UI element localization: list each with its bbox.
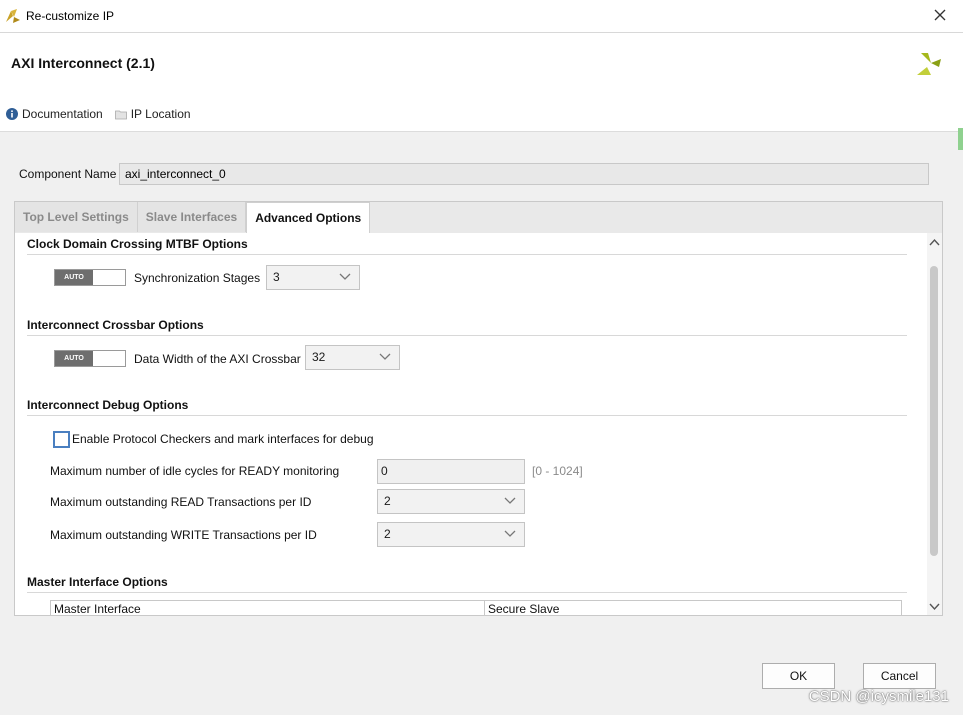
auto-toggle-knob: AUTO <box>55 351 93 366</box>
protocol-checker-label: Enable Protocol Checkers and mark interf… <box>72 432 374 446</box>
component-name-input[interactable] <box>119 163 929 185</box>
sync-stages-auto-toggle[interactable]: AUTO <box>54 269 126 286</box>
section-divider <box>27 592 907 593</box>
advanced-options-content: Clock Domain Crossing MTBF Options AUTO … <box>15 233 927 615</box>
crossbar-width-value: 32 <box>312 350 326 364</box>
read-transactions-label: Maximum outstanding READ Transactions pe… <box>50 495 312 509</box>
chevron-down-icon <box>339 273 351 280</box>
crossbar-section-title: Interconnect Crossbar Options <box>27 318 204 332</box>
ip-location-label: IP Location <box>130 107 191 121</box>
clock-domain-section-title: Clock Domain Crossing MTBF Options <box>27 237 248 251</box>
info-icon <box>6 108 18 120</box>
idle-cycles-input[interactable]: 0 <box>377 459 525 484</box>
sync-stages-label: Synchronization Stages <box>134 271 261 285</box>
section-divider <box>27 415 907 416</box>
tab-top-level-settings[interactable]: Top Level Settings <box>15 202 138 232</box>
read-transactions-value: 2 <box>384 494 391 508</box>
sync-stages-value: 3 <box>273 270 280 284</box>
ip-header: AXI Interconnect (2.1) Documentation IP … <box>0 33 963 132</box>
idle-cycles-value: 0 <box>381 464 388 478</box>
crossbar-width-select[interactable]: 32 <box>305 345 400 370</box>
crossbar-width-label: Data Width of the AXI Crossbar <box>134 352 301 366</box>
master-interface-table-header: Master Interface Secure Slave <box>50 600 902 615</box>
vertical-scrollbar[interactable] <box>927 233 942 615</box>
scroll-up-icon[interactable] <box>929 238 940 248</box>
documentation-label: Documentation <box>22 107 103 121</box>
csdn-watermark: CSDN @icysmile131 <box>808 688 949 705</box>
window-title: Re-customize IP <box>26 9 115 23</box>
master-interface-column-header[interactable]: Master Interface <box>51 601 485 615</box>
close-icon[interactable] <box>931 6 949 24</box>
write-transactions-label: Maximum outstanding WRITE Transactions p… <box>50 528 317 542</box>
section-divider <box>27 335 907 336</box>
cancel-button[interactable]: Cancel <box>863 663 936 689</box>
component-name-row: Component Name <box>19 163 929 185</box>
window-titlebar: Re-customize IP <box>0 0 963 33</box>
write-transactions-value: 2 <box>384 527 391 541</box>
auto-toggle-knob: AUTO <box>55 270 93 285</box>
documentation-link[interactable]: Documentation <box>6 107 103 121</box>
chevron-down-icon <box>379 353 391 360</box>
vivado-app-icon <box>6 9 20 23</box>
debug-section-title: Interconnect Debug Options <box>27 398 189 412</box>
xilinx-logo-icon <box>917 53 941 75</box>
tab-slave-interfaces[interactable]: Slave Interfaces <box>137 202 247 232</box>
read-transactions-select[interactable]: 2 <box>377 489 525 514</box>
scrollbar-thumb[interactable] <box>930 266 938 556</box>
chevron-down-icon <box>504 497 516 504</box>
ip-location-link[interactable]: IP Location <box>114 107 191 121</box>
header-links: Documentation IP Location <box>6 107 191 121</box>
crossbar-width-auto-toggle[interactable]: AUTO <box>54 350 126 367</box>
sync-stages-select[interactable]: 3 <box>266 265 360 290</box>
scroll-down-icon[interactable] <box>929 601 940 611</box>
idle-cycles-label: Maximum number of idle cycles for READY … <box>50 464 340 478</box>
master-section-title: Master Interface Options <box>27 575 168 589</box>
secure-slave-column-header[interactable]: Secure Slave <box>485 601 559 615</box>
window-edge-accent <box>958 128 963 150</box>
chevron-down-icon <box>504 530 516 537</box>
ok-button[interactable]: OK <box>762 663 835 689</box>
tab-advanced-options[interactable]: Advanced Options <box>246 202 371 235</box>
write-transactions-select[interactable]: 2 <box>377 522 525 547</box>
component-name-label: Component Name <box>19 167 117 181</box>
ip-title: AXI Interconnect (2.1) <box>11 55 155 71</box>
protocol-checker-checkbox[interactable] <box>53 431 70 448</box>
section-divider <box>27 254 907 255</box>
tab-panel: Top Level Settings Slave Interfaces Adva… <box>14 201 943 616</box>
folder-icon <box>114 110 127 119</box>
idle-cycles-range: [0 - 1024] <box>532 464 583 478</box>
tab-bar: Top Level Settings Slave Interfaces Adva… <box>15 202 371 235</box>
